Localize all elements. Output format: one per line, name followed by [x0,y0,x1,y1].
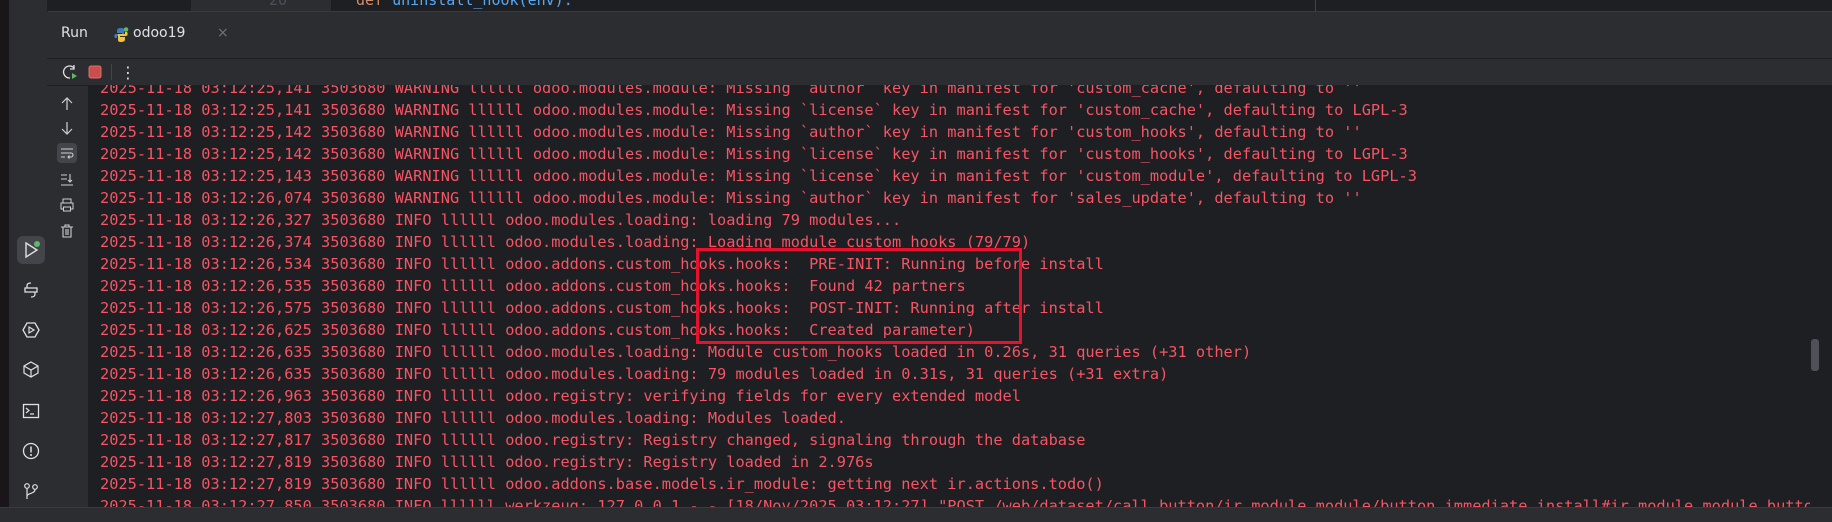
trash-icon [61,224,73,238]
run-toolbar: ⋮ [47,59,1832,86]
problems-button[interactable] [17,437,45,465]
terminal-button[interactable] [17,397,45,425]
code-function: uninstall_hook(env): [392,0,573,9]
log-line: 2025-11-18 03:12:25,142 3503680 WARNING … [100,145,1408,163]
desktop-edge [0,0,9,521]
log-line: 2025-11-18 03:12:27,819 3503680 INFO lll… [100,475,1104,493]
line-number: 20 [269,0,288,9]
arrow-up-icon [61,97,73,110]
tab-odoo19[interactable]: odoo19 × [89,12,229,58]
soft-wrap-icon [61,148,74,159]
log-line: 2025-11-18 03:12:26,635 3503680 INFO lll… [100,343,1252,361]
code-keyword: def [356,0,393,9]
scrollbar-thumb[interactable] [1811,339,1819,371]
run-tool-window-header: Run odoo19 × [47,12,1832,59]
log-line: 2025-11-18 03:12:26,327 3503680 INFO lll… [100,211,902,229]
editor-scrollbar[interactable] [191,0,331,11]
log-line: 2025-11-18 03:12:26,635 3503680 INFO lll… [100,365,1169,383]
rerun-button[interactable] [60,62,80,82]
log-line: 2025-11-18 03:12:25,141 3503680 WARNING … [100,85,1362,97]
highlight-annotation-box [696,248,1022,344]
git-button[interactable] [17,477,45,505]
log-line: 2025-11-18 03:12:27,819 3503680 INFO lll… [100,453,874,471]
run-tool-button[interactable] [17,236,45,264]
tab-close-icon[interactable]: × [217,25,229,41]
stop-button[interactable] [85,62,105,82]
rerun-icon [62,65,77,79]
stop-icon [88,65,102,79]
git-branch-icon [24,483,38,499]
services-icon [22,322,40,338]
print-button[interactable] [57,195,77,215]
more-options-button[interactable]: ⋮ [118,62,138,82]
python-icon [24,282,38,298]
problems-icon [22,442,40,460]
tab-label: odoo19 [133,25,186,41]
print-icon [60,198,74,212]
console-scrollbar[interactable] [1810,85,1832,507]
run-icon [25,241,40,259]
log-line: 2025-11-18 03:12:25,143 3503680 WARNING … [100,167,1417,185]
log-line: 2025-11-18 03:12:27,803 3503680 INFO lll… [100,409,846,427]
scroll-to-end-icon [61,174,73,186]
log-line: 2025-11-18 03:12:26,074 3503680 WARNING … [100,189,1362,207]
console-actions-gutter [47,86,88,507]
python-file-icon [114,27,129,42]
editor-pane: 20 def uninstall_hook(env): [47,0,1832,12]
python-packages-button[interactable] [17,356,45,384]
scroll-down-button[interactable] [57,118,77,138]
python-console-button[interactable] [17,276,45,304]
log-line: 2025-11-18 03:12:25,141 3503680 WARNING … [100,101,1408,119]
arrow-down-icon [61,122,73,135]
tool-window-title: Run [61,25,88,41]
log-line: 2025-11-18 03:12:26,963 3503680 INFO lll… [100,387,1021,405]
services-button[interactable] [17,316,45,344]
toolbar-separator [111,64,112,80]
log-line: 2025-11-18 03:12:27,817 3503680 INFO lll… [100,431,1086,449]
tool-window-strip [9,0,48,507]
terminal-icon [22,403,40,419]
clear-all-button[interactable] [57,221,77,241]
scroll-up-button[interactable] [57,94,77,114]
editor-divider [1315,0,1316,11]
log-line: 2025-11-18 03:12:27.850 3503680 INFO lll… [100,497,1810,507]
status-bar [0,507,1832,522]
code-line: def uninstall_hook(env): [356,0,573,9]
log-line: 2025-11-18 03:12:25,142 3503680 WARNING … [100,123,1362,141]
packages-icon [23,361,39,378]
soft-wrap-toggle[interactable] [57,143,77,163]
scroll-to-end-button[interactable] [57,169,77,189]
